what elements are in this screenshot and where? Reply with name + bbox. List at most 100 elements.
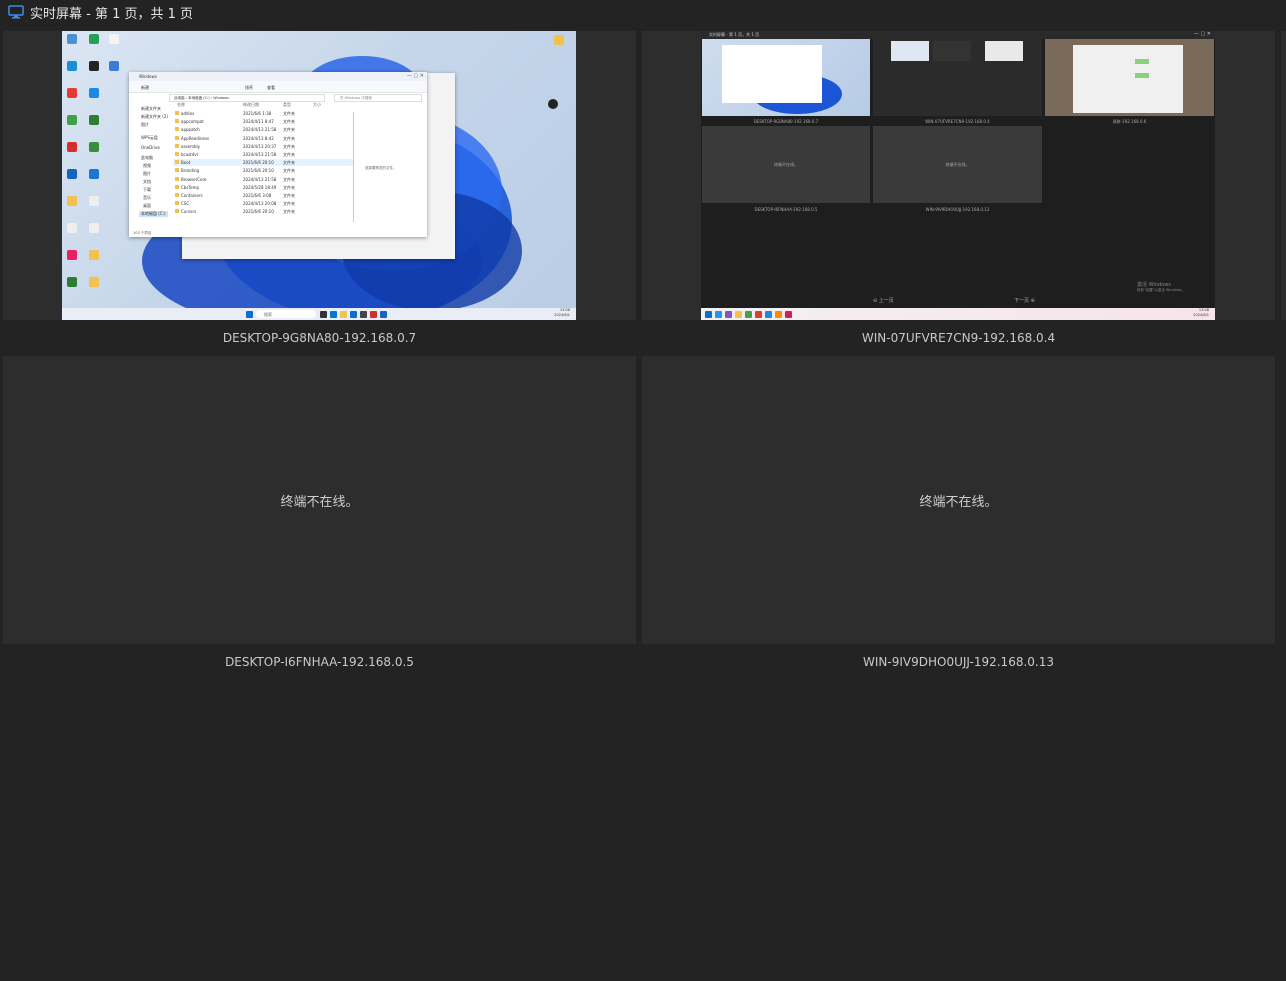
desktop-icon[interactable] (89, 169, 99, 179)
sort-button[interactable]: 排序 (245, 85, 253, 91)
desktop-icon[interactable] (67, 250, 77, 260)
folder-icon[interactable] (89, 250, 99, 260)
taskbar-app-icon[interactable] (755, 311, 762, 318)
file-row[interactable]: BrowserCore 2024/4/13 21:58 文件夹 (173, 176, 353, 183)
taskbar-search[interactable]: 搜索 (256, 310, 316, 318)
desktop-icon[interactable] (109, 34, 119, 44)
folder-icon[interactable] (67, 196, 77, 206)
nav-item[interactable]: 此电脑 (141, 155, 153, 161)
address-bar[interactable]: 此电脑 › 本地磁盘 (C:) › Windows (169, 94, 325, 102)
taskbar-app-icon[interactable] (330, 311, 337, 318)
taskbar-app-icon[interactable] (370, 311, 377, 318)
nested-thumb-2[interactable] (873, 39, 1042, 116)
nav-item-selected[interactable]: 本地磁盘 (C:) (139, 211, 168, 217)
desktop-icon[interactable] (67, 223, 77, 233)
nested-clock-date[interactable]: 2024/6/1 (1193, 313, 1209, 317)
folder-icon[interactable] (89, 277, 99, 287)
desktop-icon[interactable] (89, 223, 99, 233)
taskbar-clock-time[interactable]: 13:08 (560, 308, 570, 312)
nav-item[interactable]: 桌面 (143, 203, 151, 209)
nested-window-controls[interactable]: — ▢ ✕ (1194, 31, 1211, 37)
next-page-button[interactable]: 下一页 ⊕ (1014, 297, 1035, 304)
prev-page-button[interactable]: ⊖ 上一页 (873, 297, 894, 304)
desktop-icon[interactable] (67, 88, 77, 98)
file-row[interactable]: Containers 2021/6/6 3:08 文件夹 (173, 192, 353, 199)
taskbar-app-icon[interactable] (350, 311, 357, 318)
file-row[interactable]: bcastdvr 2024/4/13 21:58 文件夹 (173, 151, 353, 158)
screen-tile-2[interactable]: 实时屏幕 - 第 1 页，共 1 页 — ▢ ✕ DESKTOP-9G8NA80… (642, 31, 1275, 320)
desktop-icon[interactable] (89, 196, 99, 206)
nav-item[interactable]: 文档 (143, 179, 151, 185)
taskbar-app-icon[interactable] (360, 311, 367, 318)
taskbar-app-icon[interactable] (725, 311, 732, 318)
nav-item[interactable]: OneDrive (141, 145, 160, 150)
new-button[interactable]: 新建 (141, 85, 149, 91)
nav-item[interactable]: 音乐 (143, 195, 151, 201)
nested-clock-time[interactable]: 13:08 (1199, 308, 1209, 312)
desktop-icon[interactable] (67, 277, 77, 287)
nav-item[interactable]: 图片 (141, 122, 149, 128)
nested-inner (985, 41, 1023, 61)
taskbar-app-icon[interactable] (715, 311, 722, 318)
screen-tile-3[interactable]: 终端不在线。 (3, 356, 636, 644)
desktop-icon[interactable] (89, 61, 99, 71)
tile-label-3: DESKTOP-I6FNHAA-192.168.0.5 (225, 655, 414, 669)
file-row[interactable]: appcompat 2024/4/11 8:47 文件夹 (173, 118, 353, 125)
nested-thumb-1[interactable] (702, 39, 870, 116)
nav-item[interactable]: WPS云盘 (141, 135, 158, 141)
file-row[interactable]: AppReadiness 2024/4/13 8:42 文件夹 (173, 135, 353, 142)
breadcrumb-0[interactable]: 此电脑 (174, 96, 185, 100)
taskbar-app-icon[interactable] (380, 311, 387, 318)
taskbar-clock-date[interactable]: 2024/6/1 (554, 313, 570, 317)
taskbar-app-icon[interactable] (340, 311, 347, 318)
column-header-date[interactable]: 修改日期 (243, 102, 259, 108)
breadcrumb-1[interactable]: 本地磁盘 (C:) (188, 96, 209, 100)
breadcrumb-2[interactable]: Windows (213, 96, 229, 100)
desktop-icon[interactable] (67, 61, 77, 71)
taskbar-app-icon[interactable] (775, 311, 782, 318)
desktop-icon[interactable] (109, 61, 119, 71)
file-row[interactable]: CSC 2024/4/13 20:08 文件夹 (173, 200, 353, 207)
file-row[interactable]: addins 2021/6/6 1:38 文件夹 (173, 110, 353, 117)
taskbar-app-icon[interactable] (320, 311, 327, 318)
desktop-icon[interactable] (67, 169, 77, 179)
windows-start-icon[interactable] (246, 311, 253, 318)
desktop-icon[interactable] (89, 142, 99, 152)
search-box[interactable]: 在 Windows 中搜索 (334, 94, 422, 102)
nav-pane: 新建文件夹 新建文件夹 (2) 图片 WPS云盘 OneDrive 此电脑 视频… (129, 102, 171, 229)
nav-item[interactable]: 视频 (143, 163, 151, 169)
nested-thumb-4[interactable]: 终端不在线。 (702, 126, 870, 203)
taskbar-app-icon[interactable] (765, 311, 772, 318)
desktop-icon[interactable] (67, 142, 77, 152)
file-row[interactable]: Branding 2021/6/6 20:10 文件夹 (173, 167, 353, 174)
taskbar-app-icon[interactable] (785, 311, 792, 318)
nav-item[interactable]: 新建文件夹 (141, 106, 161, 112)
nested-thumb-3[interactable] (1045, 39, 1214, 116)
taskbar-app-icon[interactable] (745, 311, 752, 318)
desktop-icon[interactable] (89, 88, 99, 98)
nested-thumb-5[interactable]: 终端不在线。 (873, 126, 1042, 203)
windows-start-icon[interactable] (705, 311, 712, 318)
desktop-icon[interactable] (89, 115, 99, 125)
nav-item[interactable]: 新建文件夹 (2) (141, 114, 168, 120)
column-header-type[interactable]: 类型 (283, 102, 291, 108)
nav-item[interactable]: 下载 (143, 187, 151, 193)
desktop-icon[interactable] (67, 115, 77, 125)
column-header-size[interactable]: 大小 (313, 102, 321, 108)
desktop-icon[interactable] (89, 34, 99, 44)
file-row[interactable]: Boot 2021/6/6 20:10 文件夹 (173, 159, 353, 167)
file-row[interactable]: Cursors 2021/6/6 20:10 文件夹 (173, 208, 353, 215)
desktop-icon[interactable] (67, 34, 77, 44)
view-button[interactable]: 查看 (267, 85, 275, 91)
nav-item[interactable]: 图片 (143, 171, 151, 177)
file-row[interactable]: CbsTemp 2024/5/28 18:49 文件夹 (173, 184, 353, 191)
screen-tile-1[interactable]: Windows — ▢ ✕ 新建 排序 查看 此电脑 › 本地磁盘 (C:) ›… (3, 31, 636, 320)
taskbar-app-icon[interactable] (735, 311, 742, 318)
file-row[interactable]: apppatch 2024/4/13 21:58 文件夹 (173, 126, 353, 133)
folder-icon[interactable] (554, 35, 564, 45)
file-explorer-window[interactable]: Windows — ▢ ✕ 新建 排序 查看 此电脑 › 本地磁盘 (C:) ›… (129, 72, 427, 237)
column-header-name[interactable]: 名称 (177, 102, 185, 108)
file-row[interactable]: assembly 2024/4/13 20:37 文件夹 (173, 143, 353, 150)
window-controls[interactable]: — ▢ ✕ (407, 73, 424, 79)
screen-tile-4[interactable]: 终端不在线。 (642, 356, 1275, 644)
